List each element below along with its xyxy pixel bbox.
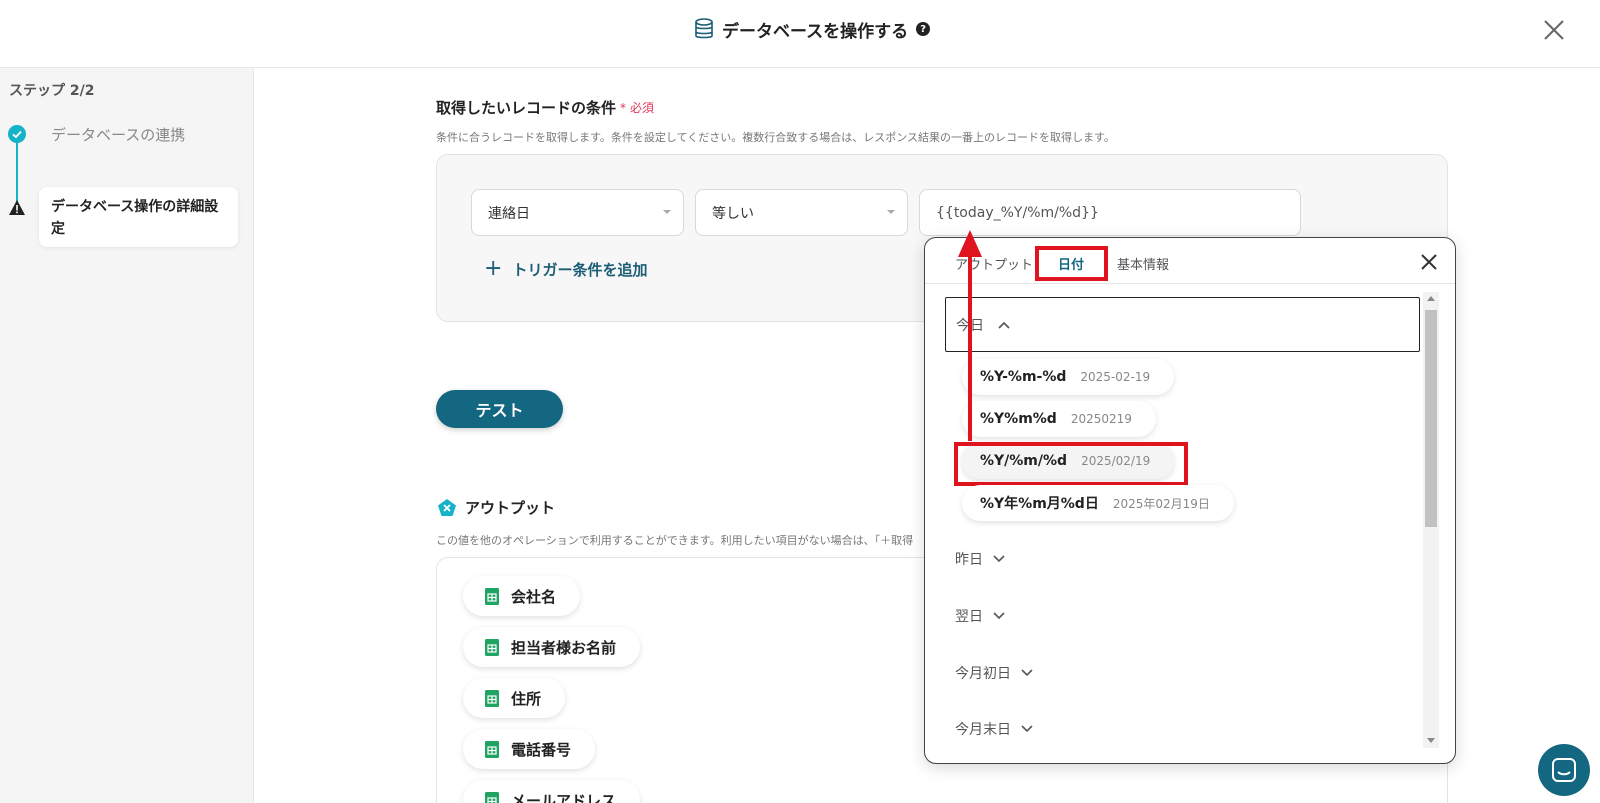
- output-item-label: 電話番号: [511, 740, 572, 759]
- format-chip[interactable]: %Y%m%d 20250219: [962, 401, 1156, 437]
- output-description: この値を他のオペレーションで利用することができます。利用したい項目がない場合は、…: [436, 534, 914, 547]
- chat-button[interactable]: [1538, 744, 1590, 796]
- database-icon: [695, 18, 713, 39]
- tab-basic-info[interactable]: 基本情報: [1117, 254, 1169, 273]
- conditions-title: 取得したいレコードの条件 * 必須: [436, 97, 654, 118]
- add-trigger-button[interactable]: + トリガー条件を追加: [484, 258, 647, 280]
- field-select-value: 連絡日: [488, 205, 530, 222]
- value-input-text: {{today_%Y/%m/%d}}: [936, 204, 1099, 221]
- divider: [925, 283, 1455, 284]
- chevron-down-icon: [663, 210, 671, 214]
- help-icon[interactable]: ?: [916, 22, 931, 36]
- chevron-up-icon: [998, 321, 1010, 329]
- header: データベースを操作する ?: [0, 0, 1600, 68]
- sidebar: [0, 68, 254, 803]
- scroll-up-arrow[interactable]: [1427, 296, 1435, 301]
- output-item[interactable]: 担当者様お名前: [463, 627, 641, 667]
- group-label: 今月初日: [955, 666, 1011, 682]
- chevron-down-icon: [1021, 669, 1033, 677]
- required-label: 必須: [630, 101, 655, 115]
- format-pattern: %Y年%m月%d日: [980, 496, 1099, 512]
- output-item[interactable]: 住所: [463, 678, 566, 718]
- sidebar-item-db-operation[interactable]: データベース操作の詳細設定: [39, 187, 238, 247]
- output-title: アウトプット: [437, 497, 555, 518]
- step-connector: [16, 140, 18, 206]
- format-example: 20250219: [1070, 412, 1132, 426]
- highlight-box: [954, 442, 1188, 486]
- operator-select[interactable]: 等しい: [695, 189, 908, 236]
- spreadsheet-icon: [485, 689, 499, 707]
- format-pattern: %Y-%m-%d: [980, 369, 1067, 385]
- plus-icon: +: [484, 256, 503, 281]
- chevron-down-icon: [1021, 725, 1033, 733]
- chevron-down-icon: [993, 555, 1005, 563]
- group-tomorrow[interactable]: 翌日: [955, 606, 1005, 626]
- format-chip[interactable]: %Y-%m-%d 2025-02-19: [962, 359, 1175, 395]
- group-today[interactable]: 今日: [945, 297, 1420, 352]
- group-label: 昨日: [955, 552, 983, 568]
- chat-icon: [1552, 758, 1576, 782]
- spreadsheet-icon: [485, 638, 499, 656]
- tab-output[interactable]: アウトプット: [955, 254, 1033, 273]
- add-trigger-label: トリガー条件を追加: [512, 260, 648, 279]
- close-icon[interactable]: [1540, 16, 1568, 44]
- output-item-label: 会社名: [511, 587, 557, 606]
- chevron-down-icon: [993, 612, 1005, 620]
- format-chip[interactable]: %Y年%m月%d日 2025年02月19日: [962, 485, 1234, 521]
- check-circle-icon: [8, 125, 26, 143]
- spreadsheet-icon: [485, 587, 499, 605]
- page-title: データベースを操作する ?: [694, 16, 931, 42]
- group-label: 翌日: [955, 609, 983, 625]
- format-example: 2025-02-19: [1080, 370, 1151, 384]
- chevron-down-icon: [887, 210, 895, 214]
- format-example: 2025年02月19日: [1112, 496, 1210, 511]
- output-item-label: 担当者様お名前: [511, 638, 617, 657]
- test-button[interactable]: テスト: [436, 390, 563, 428]
- close-icon[interactable]: [1419, 252, 1439, 272]
- operator-select-value: 等しい: [712, 205, 754, 222]
- output-item[interactable]: 電話番号: [463, 729, 596, 769]
- conditions-description: 条件に合うレコードを取得します。条件を設定してください。複数行合致する場合は、レ…: [436, 131, 1115, 144]
- group-month-end[interactable]: 今月末日: [955, 719, 1033, 739]
- output-item-label: 住所: [511, 689, 542, 708]
- group-yesterday[interactable]: 昨日: [955, 549, 1005, 569]
- sidebar-item-db-link[interactable]: データベースの連携: [51, 124, 185, 145]
- group-label: 今月末日: [955, 722, 1011, 738]
- output-item[interactable]: 会社名: [463, 576, 581, 616]
- required-mark: *: [620, 100, 627, 115]
- value-input[interactable]: {{today_%Y/%m/%d}}: [919, 189, 1301, 236]
- group-month-start[interactable]: 今月初日: [955, 663, 1033, 683]
- group-today-label: 今日: [956, 317, 984, 334]
- spreadsheet-icon: [485, 740, 499, 758]
- output-item-label: メールアドレス: [511, 791, 617, 803]
- field-select[interactable]: 連絡日: [471, 189, 684, 236]
- scrollbar-thumb[interactable]: [1425, 310, 1437, 527]
- step-counter: ステップ 2/2: [9, 83, 95, 99]
- spreadsheet-icon: [485, 791, 499, 803]
- scroll-down-arrow[interactable]: [1427, 738, 1435, 743]
- highlight-box: [1035, 246, 1108, 281]
- warning-icon: [9, 200, 25, 215]
- output-icon: [438, 498, 456, 516]
- output-item[interactable]: メールアドレス: [463, 780, 641, 803]
- page-title-text: データベースを操作する: [722, 21, 909, 42]
- output-title-text: アウトプット: [465, 499, 556, 517]
- variable-picker-popup: アウトプット 日付 基本情報 今日 %Y-%m-%d 2025-02-19 %Y…: [924, 237, 1456, 764]
- conditions-title-text: 取得したいレコードの条件: [436, 99, 617, 117]
- format-pattern: %Y%m%d: [980, 411, 1057, 427]
